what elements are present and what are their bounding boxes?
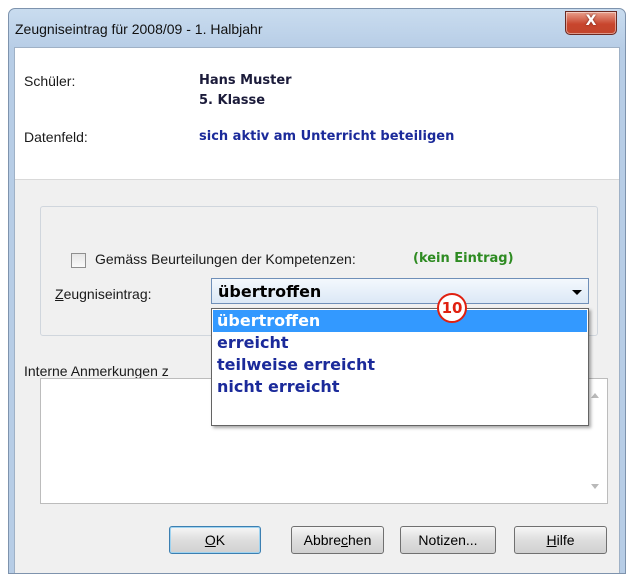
dialog-window: Zeugniseintrag für 2008/09 - 1. Halbjahr…: [8, 8, 626, 574]
field-value: sich aktiv am Unterricht beteiligen: [199, 129, 455, 144]
entry-dropdown-list: übertroffen erreicht teilweise erreicht …: [211, 308, 589, 426]
scroll-down-icon[interactable]: [591, 484, 599, 489]
student-name: Hans Muster: [199, 73, 292, 88]
dropdown-option-nicht-erreicht[interactable]: nicht erreicht: [213, 376, 587, 398]
entry-label: Zeugniseintrag:: [55, 286, 152, 302]
competency-checkbox-label[interactable]: Gemäss Beurteilungen der Kompetenzen:: [95, 251, 356, 267]
help-button[interactable]: Hilfe: [514, 526, 607, 554]
competency-status: (kein Eintrag): [413, 251, 514, 266]
field-label: Datenfeld:: [24, 129, 88, 145]
entry-combobox[interactable]: übertroffen: [211, 278, 589, 304]
ok-button[interactable]: OK: [169, 526, 261, 554]
info-panel: Schüler: Hans Muster 5. Klasse Datenfeld…: [15, 48, 619, 180]
dialog-content: Schüler: Hans Muster 5. Klasse Datenfeld…: [14, 47, 620, 573]
student-class: 5. Klasse: [199, 93, 266, 108]
close-button[interactable]: X: [565, 11, 617, 35]
title-bar[interactable]: Zeugniseintrag für 2008/09 - 1. Halbjahr…: [9, 9, 625, 47]
student-label: Schüler:: [24, 73, 76, 89]
annotation-badge: 10: [437, 293, 467, 323]
dropdown-option-teilweise-erreicht[interactable]: teilweise erreicht: [213, 354, 587, 376]
dropdown-option-erreicht[interactable]: erreicht: [213, 332, 587, 354]
window-title: Zeugniseintrag für 2008/09 - 1. Halbjahr: [15, 21, 263, 37]
competency-checkbox[interactable]: [71, 253, 86, 268]
close-icon: X: [585, 13, 597, 29]
chevron-down-icon[interactable]: [572, 290, 582, 295]
scroll-up-icon[interactable]: [591, 393, 599, 398]
cancel-button[interactable]: Abbrechen: [291, 526, 384, 554]
notes-label: Interne Anmerkungen z: [24, 363, 169, 379]
entry-combobox-value: übertroffen: [218, 282, 322, 301]
dropdown-option-uebertroffen[interactable]: übertroffen: [213, 310, 587, 332]
notes-button[interactable]: Notizen...: [400, 526, 496, 554]
